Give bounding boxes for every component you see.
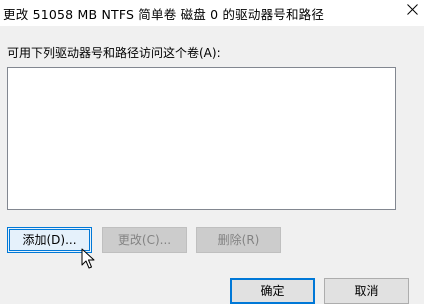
cancel-button[interactable]: 取消 — [324, 278, 409, 304]
ok-button[interactable]: 确定 — [230, 278, 315, 304]
change-button[interactable]: 更改(C)... — [102, 227, 187, 253]
mouse-pointer-icon — [81, 248, 95, 269]
drive-letter-dialog: 更改 51058 MB NTFS 简单卷 磁盘 0 的驱动器号和路径 可用下列驱… — [0, 0, 424, 304]
drive-paths-listbox[interactable] — [7, 67, 396, 210]
change-button-label: 更改(C)... — [117, 233, 172, 247]
ok-button-label: 确定 — [260, 284, 285, 298]
delete-button[interactable]: 删除(R) — [196, 227, 281, 253]
title-bar: 更改 51058 MB NTFS 简单卷 磁盘 0 的驱动器号和路径 — [0, 0, 424, 26]
close-button[interactable] — [396, 0, 424, 26]
cancel-button-label: 取消 — [354, 284, 379, 298]
drive-paths-label: 可用下列驱动器号和路径访问这个卷(A): — [7, 46, 221, 60]
close-icon — [407, 4, 418, 15]
add-button-label: 添加(D)... — [22, 233, 77, 247]
window-title: 更改 51058 MB NTFS 简单卷 磁盘 0 的驱动器号和路径 — [3, 7, 325, 22]
delete-button-label: 删除(R) — [217, 233, 260, 247]
add-button[interactable]: 添加(D)... — [7, 227, 92, 253]
